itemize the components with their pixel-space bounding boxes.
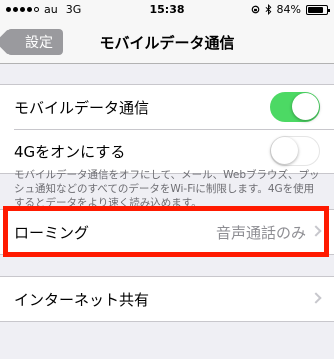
toggle-knob bbox=[271, 137, 298, 164]
battery-percentage: 84% bbox=[276, 3, 301, 16]
bluetooth-icon bbox=[265, 4, 271, 15]
lte-row: 4Gをオンにする bbox=[0, 129, 334, 173]
mobile-data-row: モバイルデータ通信 bbox=[0, 85, 334, 129]
status-bar: au 3G 15:38 84% bbox=[0, 0, 334, 20]
settings-screen: au 3G 15:38 84% 設定 モバイルデータ通信 モバイルデータ通信 4… bbox=[0, 0, 334, 359]
lte-label: 4Gをオンにする bbox=[14, 142, 126, 161]
status-right: 84% bbox=[251, 3, 330, 16]
mobile-data-label: モバイルデータ通信 bbox=[14, 98, 150, 117]
tethering-group: インターネット共有 bbox=[0, 276, 334, 322]
cellular-footnote: モバイルデータ通信をオフにして、メール、Webブラウズ、プッシュ通知などのすべて… bbox=[14, 169, 320, 209]
chevron-right-icon bbox=[310, 292, 322, 304]
battery-icon bbox=[306, 4, 330, 15]
tethering-row[interactable]: インターネット共有 bbox=[0, 277, 334, 321]
highlight-frame bbox=[3, 206, 329, 257]
battery-tip bbox=[328, 8, 330, 12]
navigation-bar: 設定 モバイルデータ通信 bbox=[0, 20, 334, 64]
battery-level bbox=[308, 6, 324, 13]
rotation-lock-icon bbox=[251, 5, 259, 14]
mobile-data-toggle[interactable] bbox=[270, 92, 320, 122]
toggle-knob bbox=[292, 93, 319, 120]
page-title: モバイルデータ通信 bbox=[99, 34, 235, 52]
cellular-settings-group: モバイルデータ通信 4Gをオンにする bbox=[0, 84, 334, 174]
tethering-label: インターネット共有 bbox=[14, 290, 150, 309]
lte-toggle[interactable] bbox=[270, 136, 320, 166]
